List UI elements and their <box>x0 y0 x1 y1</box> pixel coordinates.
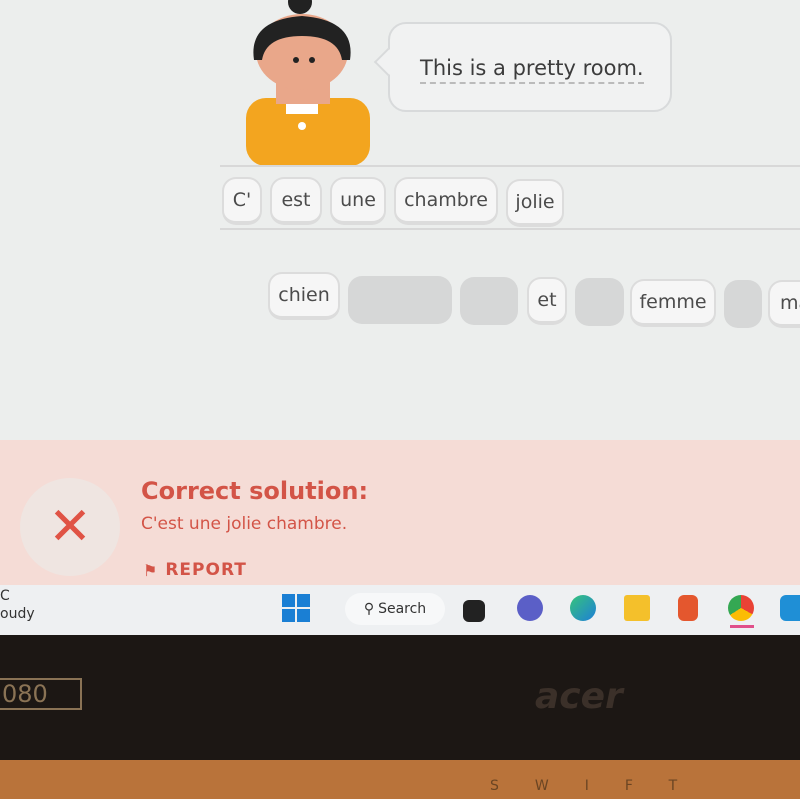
word-bank-empty-slot <box>460 277 518 325</box>
bezel-label: 080 <box>0 678 82 710</box>
answer-tile[interactable]: une <box>330 177 386 225</box>
feedback-title: Correct solution: <box>141 477 369 505</box>
word-bank-tile-partial[interactable]: ma <box>768 280 800 328</box>
office-icon[interactable] <box>678 595 698 621</box>
prompt-sentence[interactable]: This is a pretty room. <box>420 56 644 84</box>
answer-tile[interactable]: chambre <box>394 177 498 225</box>
x-icon: ✕ <box>20 478 120 576</box>
word-bank-empty-slot <box>724 280 762 328</box>
word-bank-tile-et[interactable]: et <box>527 277 567 325</box>
word-bank-tile-femme[interactable]: femme <box>630 279 716 327</box>
correct-solution-text: C'est une jolie chambre. <box>141 514 348 534</box>
windows-start-icon[interactable] <box>282 594 310 622</box>
edge-icon[interactable] <box>570 595 596 621</box>
weather-widget[interactable]: C oudy <box>0 587 35 623</box>
search-icon: ⚲ <box>363 601 375 617</box>
keyboard-brand: SWIFT <box>490 778 714 794</box>
lesson-area: This is a pretty room. C' est une chambr… <box>0 0 800 440</box>
task-view-icon[interactable] <box>463 600 485 622</box>
flag-icon: ⚑ <box>143 560 158 580</box>
word-bank-empty-slot <box>348 276 452 324</box>
file-explorer-icon[interactable] <box>624 595 650 621</box>
answer-tile[interactable]: C' <box>222 177 262 225</box>
teams-icon[interactable] <box>517 595 543 621</box>
answer-line-top <box>220 165 800 167</box>
word-bank-tile-chien[interactable]: chien <box>268 272 340 320</box>
character-illustration <box>246 0 370 166</box>
acer-logo: acer <box>535 676 623 717</box>
chrome-icon[interactable] <box>728 595 754 621</box>
app-icon[interactable] <box>780 595 800 621</box>
answer-tile[interactable]: est <box>270 177 322 225</box>
word-bank-empty-slot <box>575 278 624 326</box>
feedback-panel <box>0 440 800 587</box>
taskbar-search[interactable]: ⚲ Search <box>345 593 445 625</box>
answer-tile[interactable]: jolie <box>506 179 564 227</box>
report-button[interactable]: ⚑ REPORT <box>143 560 247 580</box>
answer-line-bottom <box>220 228 800 230</box>
